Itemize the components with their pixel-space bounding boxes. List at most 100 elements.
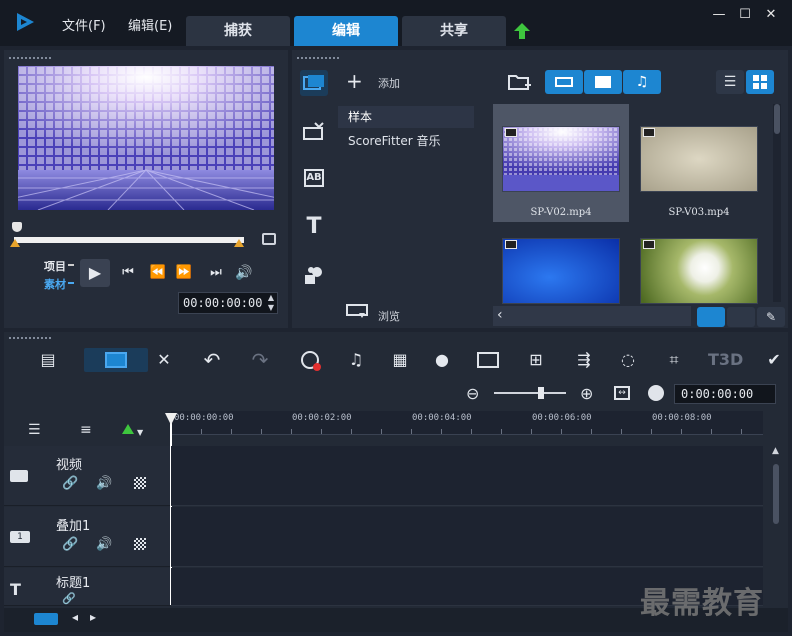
pan-zoom-icon[interactable]: ⌗ [660, 348, 688, 372]
library-scrollbar[interactable] [773, 104, 781, 302]
title-t-icon[interactable]: T [300, 214, 328, 240]
close-button[interactable]: ✕ [764, 8, 778, 22]
preview-panel-grip[interactable] [8, 56, 52, 60]
track-header-video[interactable]: 视频 🔗 🔊 [4, 446, 170, 506]
timeline-playhead-handle[interactable] [165, 413, 177, 425]
playhead-marker[interactable] [12, 222, 22, 232]
multicamera-icon[interactable]: ⊞ [522, 348, 550, 372]
track-lane-overlay[interactable] [171, 507, 763, 567]
link-icon[interactable]: 🔗 [62, 537, 78, 552]
fit-project-icon[interactable]: ↔ [614, 386, 630, 400]
scrub-bar[interactable] [14, 237, 244, 243]
scroll-right-icon[interactable]: ▸ [90, 610, 96, 624]
library-item-sample[interactable]: 样本 [338, 106, 474, 128]
timeline-scrollbar[interactable]: ▲ [769, 446, 783, 606]
redo-icon[interactable]: ↷ [246, 348, 274, 372]
title-track-icon: T [10, 580, 21, 599]
preview-timecode[interactable]: 00:00:00:00 [178, 292, 278, 314]
menu-file[interactable]: 文件(F) [62, 15, 106, 34]
add-button[interactable]: + 添加 [346, 69, 426, 93]
library-edit-icon[interactable]: ✎ [757, 307, 785, 327]
subtitle-editor-icon[interactable] [474, 348, 502, 372]
auto-music-icon[interactable]: ▦ [386, 348, 414, 372]
storyboard-view-icon[interactable]: ▤ [34, 348, 62, 372]
add-track-button[interactable] [34, 613, 58, 625]
media-library-icon[interactable] [300, 70, 328, 96]
zoom-in-icon[interactable]: ⊕ [580, 384, 598, 403]
next-frame-button[interactable]: ⏩ [172, 259, 196, 287]
track-options-icon[interactable]: ≡ [80, 422, 92, 438]
project-duration[interactable]: 0:00:00:00 [674, 384, 776, 404]
add-marker-icon[interactable] [122, 424, 134, 434]
transition-icon[interactable] [300, 118, 328, 144]
play-button[interactable]: ▶ [80, 259, 110, 287]
timeline-view-icon[interactable] [84, 348, 148, 372]
maximize-button[interactable]: ☐ [738, 8, 752, 22]
skip-start-button[interactable]: ⏮ [116, 259, 140, 287]
graphics-icon[interactable] [300, 262, 328, 288]
scroll-up-icon[interactable]: ▲ [772, 446, 779, 456]
link-icon[interactable]: 🔗 [62, 592, 76, 605]
show-video-button[interactable] [545, 70, 583, 94]
library-panel-grip[interactable] [296, 56, 340, 60]
record-capture-icon[interactable] [296, 348, 324, 372]
track-manager-icon[interactable]: ☰ [28, 422, 41, 438]
upload-arrow-icon[interactable] [513, 22, 531, 40]
prev-frame-button[interactable]: ⏪ [146, 259, 170, 287]
tools-icon[interactable]: ✕ [150, 348, 178, 372]
undo-icon[interactable]: ↶ [198, 348, 226, 372]
thumbnail-dandelion[interactable] [631, 226, 767, 304]
trim-end-handle[interactable] [234, 239, 244, 247]
show-photo-button[interactable] [584, 70, 622, 94]
library-hscroll-bar[interactable]: ‹ [493, 306, 691, 326]
thumbnail-sp-v03[interactable]: SP-V03.mp4 [631, 104, 767, 222]
link-icon[interactable]: 🔗 [62, 476, 78, 491]
track-lane-video[interactable] [171, 446, 763, 506]
text-title-icon[interactable]: AB [300, 166, 328, 192]
resize-preview-icon[interactable] [262, 233, 276, 245]
library-view-2-icon[interactable] [727, 307, 755, 327]
timecode-stepper[interactable]: ▲ ▼ [266, 293, 276, 313]
thumbnail-sp-v02[interactable]: SP-V02.mp4 [493, 104, 629, 222]
library-scroll-thumb[interactable] [774, 104, 780, 134]
scroll-left-icon[interactable]: ‹ [497, 307, 503, 323]
library-view-1-icon[interactable] [697, 307, 725, 327]
thumbnail-view-icon[interactable] [746, 70, 774, 94]
zoom-slider[interactable] [494, 387, 566, 399]
scroll-left-icon[interactable]: ◂ [72, 610, 78, 624]
marker-dropdown-icon[interactable]: ▼ [137, 428, 143, 437]
menu-edit[interactable]: 编辑(E) [128, 15, 172, 34]
motion-tracking-icon[interactable]: ● [428, 348, 456, 372]
tab-share[interactable]: 共享 [402, 16, 506, 46]
trim-start-handle[interactable] [10, 239, 20, 247]
list-view-icon[interactable]: ☰ [716, 70, 744, 94]
ruler-label: 00:00:04:00 [412, 413, 472, 423]
show-audio-button[interactable]: ♫ [623, 70, 661, 94]
library-item-scorefitter[interactable]: ScoreFitter 音乐 [338, 130, 474, 152]
checker-icon[interactable] [134, 477, 146, 489]
track-header-title[interactable]: T 标题1 🔗 [4, 568, 170, 606]
checker-icon[interactable] [134, 538, 146, 550]
mode-project-label[interactable]: 项目 [44, 258, 66, 274]
minimize-button[interactable]: — [712, 8, 726, 22]
timeline-panel-grip[interactable] [8, 336, 52, 340]
track-volume-icon[interactable]: 🔊 [96, 537, 112, 552]
tab-edit[interactable]: 编辑 [294, 16, 398, 46]
track-volume-icon[interactable]: 🔊 [96, 476, 112, 491]
tab-capture[interactable]: 捕获 [186, 16, 290, 46]
mask-creator-icon[interactable]: ◌ [614, 348, 642, 372]
zoom-out-icon[interactable]: ⊖ [466, 384, 484, 403]
import-folder-icon[interactable] [508, 72, 532, 92]
audio-mixer-icon[interactable]: ♫ [342, 348, 370, 372]
track-header-overlay[interactable]: 1 叠加1 🔗 🔊 [4, 507, 170, 567]
timeline-scroll-thumb[interactable] [773, 464, 779, 524]
thumbnail-blue[interactable] [493, 226, 629, 304]
mode-clip-label[interactable]: 素材 [44, 276, 66, 292]
volume-icon[interactable]: 🔊 [232, 259, 256, 287]
more-tools-icon[interactable]: ✔ [760, 348, 788, 372]
zoom-slider-thumb[interactable] [538, 387, 544, 399]
skip-end-button[interactable]: ⏭ [204, 259, 228, 287]
time-remapping-icon[interactable]: ⇶ [570, 348, 598, 372]
3d-title-icon[interactable]: T3D [708, 348, 743, 372]
browse-button[interactable]: 浏览 [346, 304, 426, 324]
